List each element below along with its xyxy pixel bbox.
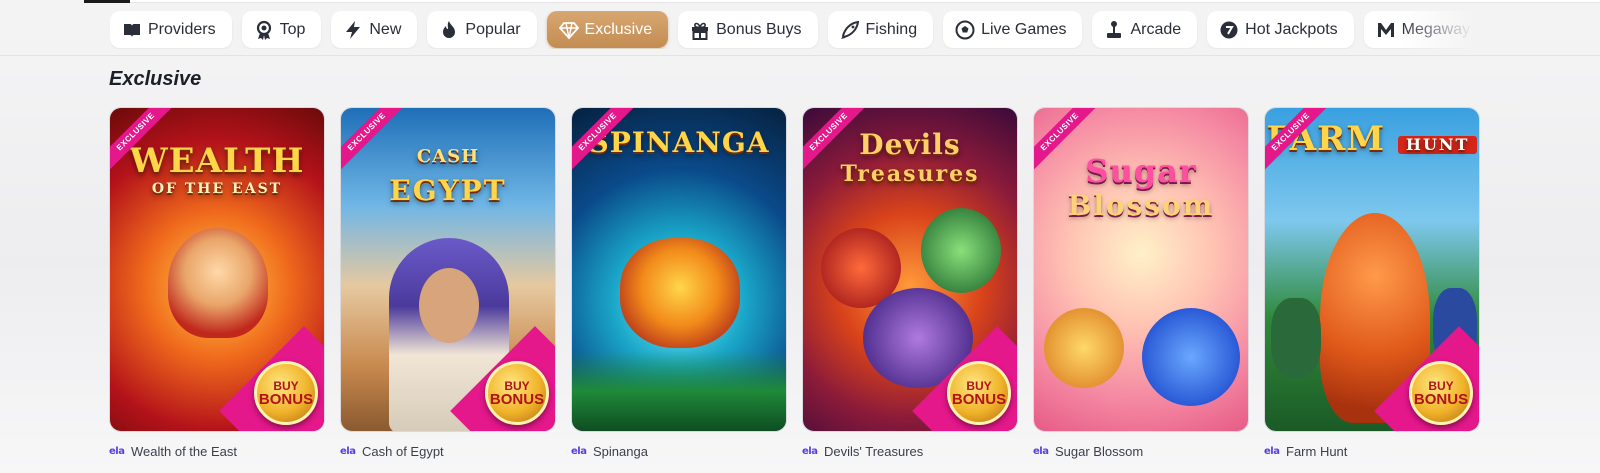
tab-label: Live Games xyxy=(981,20,1067,38)
game-card[interactable]: SPINANGA EXCLUSIVE ela Spinanga xyxy=(571,107,787,459)
tab-label: Providers xyxy=(148,20,216,38)
game-logo: CASH EGYPT xyxy=(341,136,555,206)
game-card[interactable]: Devils Treasures EXCLUSIVE BUY BONUS ela… xyxy=(802,107,1018,459)
game-title[interactable]: Spinanga xyxy=(593,444,648,459)
game-logo-title: SPINANGA xyxy=(588,126,770,159)
provider-logo: ela xyxy=(571,445,587,457)
provider-logo: ela xyxy=(802,445,818,457)
game-logo-subtitle: HUNT xyxy=(1397,136,1478,154)
fish-icon xyxy=(840,20,860,40)
cupcake-right xyxy=(1142,308,1240,406)
jungle-floor xyxy=(572,351,786,431)
tab-providers[interactable]: Providers xyxy=(110,11,232,48)
buy-bonus-badge: BUY BONUS xyxy=(254,361,318,425)
game-meta: ela Devils' Treasures xyxy=(802,443,1018,459)
tab-bonus-buys[interactable]: Bonus Buys xyxy=(678,11,818,48)
badge-bottom: BONUS xyxy=(1413,391,1469,408)
devil-right xyxy=(921,208,1001,293)
game-title[interactable]: Devils' Treasures xyxy=(824,444,923,459)
game-thumbnail[interactable]: CASH EGYPT EXCLUSIVE BUY BONUS xyxy=(340,107,556,432)
game-logo-subtitle: Treasures xyxy=(840,161,980,187)
game-logo-subtitle: EGYPT xyxy=(389,174,507,207)
lightning-icon xyxy=(343,20,363,40)
game-title[interactable]: Sugar Blossom xyxy=(1055,444,1143,459)
tab-fishing[interactable]: Fishing xyxy=(827,11,934,48)
game-card[interactable]: Sugar Blossom EXCLUSIVE ela Sugar Blosso… xyxy=(1033,107,1249,459)
buy-bonus-badge: BUY BONUS xyxy=(485,361,549,425)
game-card[interactable]: FARM HUNT EXCLUSIVE BUY BONUS ela Farm H… xyxy=(1264,107,1480,459)
game-title[interactable]: Wealth of the East xyxy=(131,444,237,459)
provider-logo: ela xyxy=(340,445,356,457)
game-meta: ela Wealth of the East xyxy=(109,443,325,459)
category-tabs: Providers Top New Popular Exclusive Bonu… xyxy=(110,11,1482,49)
game-character xyxy=(168,228,268,338)
game-logo-title: Sugar xyxy=(1085,152,1197,190)
tab-live-games[interactable]: Live Games xyxy=(943,11,1083,48)
book-icon xyxy=(122,20,142,40)
category-bar: Providers Top New Popular Exclusive Bonu… xyxy=(0,0,1600,56)
joystick-icon xyxy=(1104,20,1124,40)
tab-popular[interactable]: Popular xyxy=(427,11,537,48)
game-logo: Sugar Blossom xyxy=(1034,154,1248,222)
game-logo-title: Devils xyxy=(859,128,961,161)
gift-icon xyxy=(690,20,710,40)
game-title[interactable]: Farm Hunt xyxy=(1286,444,1347,459)
flame-icon xyxy=(439,20,459,40)
top-indicator xyxy=(84,0,136,3)
game-thumbnail[interactable]: Devils Treasures EXCLUSIVE BUY BONUS xyxy=(802,107,1018,432)
badge-bottom: BONUS xyxy=(489,391,545,408)
game-logo-subtitle: Blossom xyxy=(1067,189,1215,222)
game-meta: ela Sugar Blossom xyxy=(1033,443,1249,459)
tab-label: Bonus Buys xyxy=(716,20,802,38)
cupcake-left xyxy=(1044,308,1124,388)
game-thumbnail[interactable]: FARM HUNT EXCLUSIVE BUY BONUS xyxy=(1264,107,1480,432)
buy-bonus-badge: BUY BONUS xyxy=(947,361,1011,425)
game-meta: ela Cash of Egypt xyxy=(340,443,556,459)
tab-label: Arcade xyxy=(1130,20,1182,38)
game-grid: WEALTH OF THE EAST EXCLUSIVE BUY BONUS e… xyxy=(109,107,1480,459)
provider-logo: ela xyxy=(1033,445,1049,457)
tab-label: Hot Jackpots xyxy=(1245,20,1338,38)
tab-label: New xyxy=(369,20,402,38)
game-character xyxy=(620,238,740,348)
game-logo-title: WEALTH xyxy=(129,141,305,181)
section-title: Exclusive xyxy=(109,68,202,90)
tab-arcade[interactable]: Arcade xyxy=(1092,11,1198,48)
tab-hot-jackpots[interactable]: Hot Jackpots xyxy=(1207,11,1354,48)
jackpot-icon xyxy=(1219,20,1239,40)
game-logo-title: CASH xyxy=(416,146,480,167)
badge-bottom: BONUS xyxy=(258,391,314,408)
tab-label: Popular xyxy=(465,20,521,38)
game-thumbnail[interactable]: SPINANGA EXCLUSIVE xyxy=(571,107,787,432)
buy-bonus-badge: BUY BONUS xyxy=(1409,361,1473,425)
megaways-icon xyxy=(1376,20,1396,40)
tab-megaways[interactable]: Megaway xyxy=(1363,11,1482,48)
tab-label: Exclusive xyxy=(584,20,653,38)
game-card[interactable]: CASH EGYPT EXCLUSIVE BUY BONUS ela Cash … xyxy=(340,107,556,459)
game-logo-subtitle: OF THE EAST xyxy=(151,181,283,197)
tab-label: Fishing xyxy=(865,20,918,38)
game-title[interactable]: Cash of Egypt xyxy=(362,444,444,459)
game-meta: ela Farm Hunt xyxy=(1264,443,1480,459)
provider-logo: ela xyxy=(1264,445,1280,457)
game-thumbnail[interactable]: WEALTH OF THE EAST EXCLUSIVE BUY BONUS xyxy=(109,107,325,432)
provider-logo: ela xyxy=(109,445,125,457)
rooster-left xyxy=(1271,298,1321,378)
game-logo: Devils Treasures xyxy=(803,128,1017,187)
tab-exclusive[interactable]: Exclusive xyxy=(546,11,669,48)
tab-top[interactable]: Top xyxy=(241,11,322,48)
top-strip xyxy=(130,0,1600,3)
badge-bottom: BONUS xyxy=(951,391,1007,408)
tab-new[interactable]: New xyxy=(331,11,418,48)
soccer-ball-icon xyxy=(955,20,975,40)
tab-label: Top xyxy=(279,20,306,38)
game-meta: ela Spinanga xyxy=(571,443,787,459)
game-card[interactable]: WEALTH OF THE EAST EXCLUSIVE BUY BONUS e… xyxy=(109,107,325,459)
tab-label: Megaway xyxy=(1401,20,1471,38)
award-icon xyxy=(254,20,274,40)
game-thumbnail[interactable]: Sugar Blossom EXCLUSIVE xyxy=(1033,107,1249,432)
game-face xyxy=(419,268,479,343)
game-logo: WEALTH OF THE EAST xyxy=(110,144,324,198)
diamond-icon xyxy=(558,20,579,40)
